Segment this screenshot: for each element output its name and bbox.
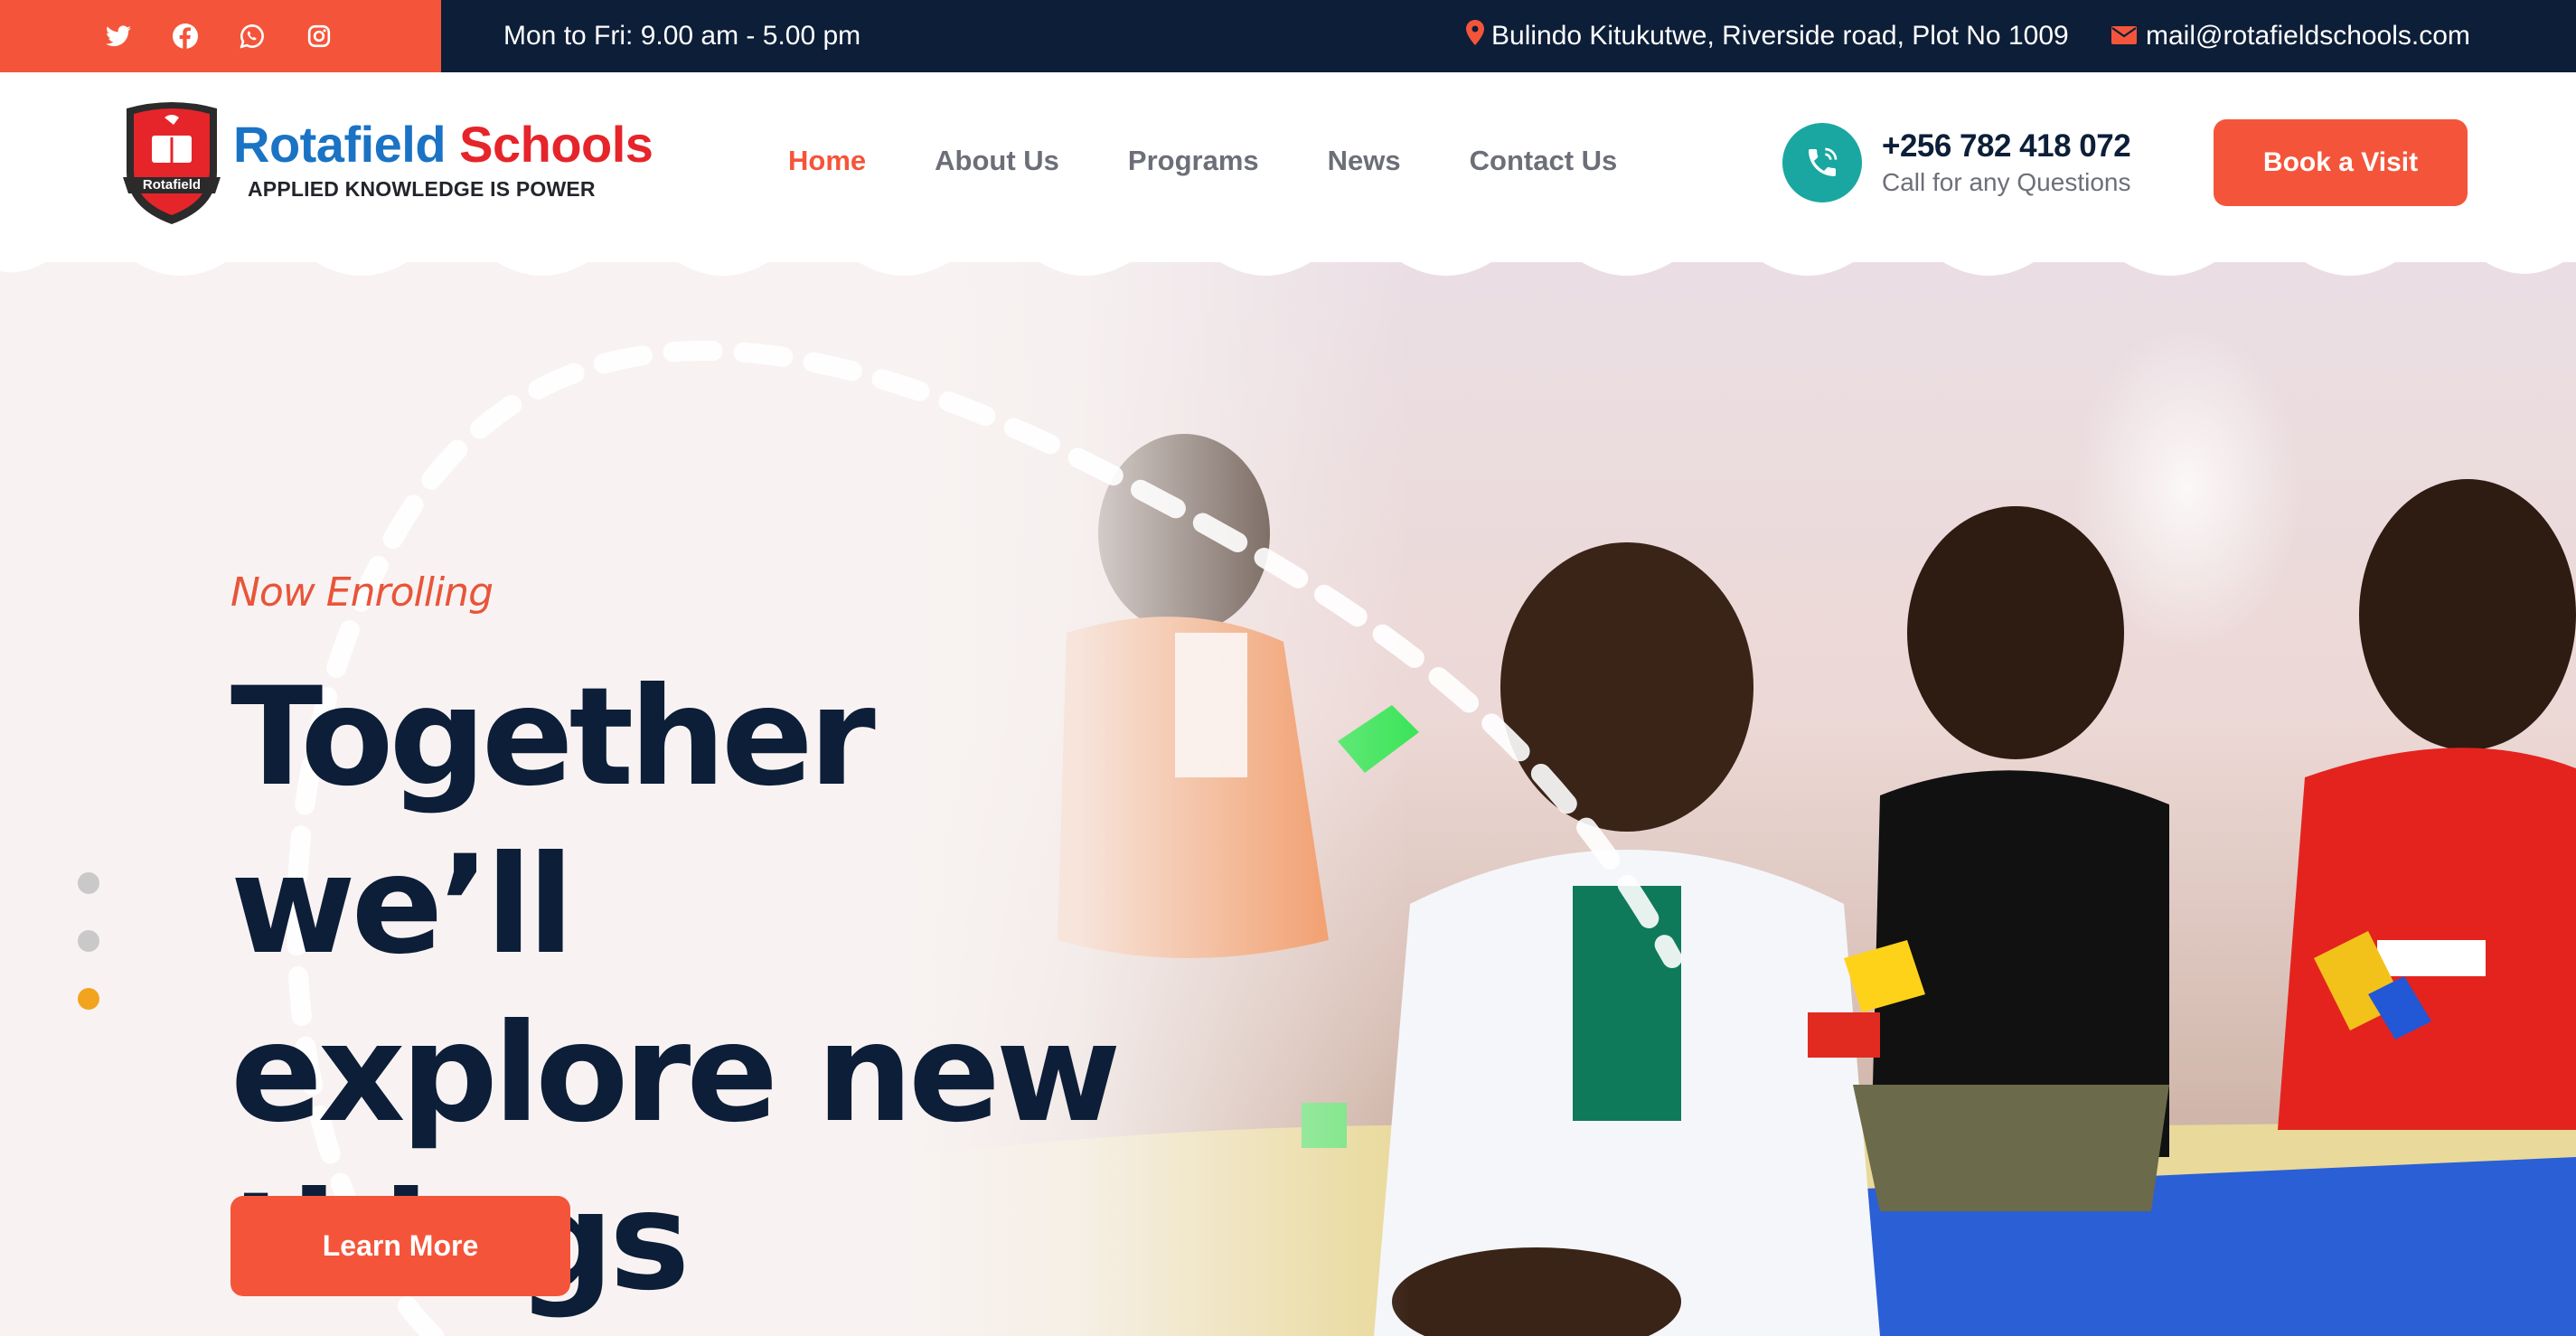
main-nav: Home About Us Programs News Contact Us (788, 145, 1686, 177)
nav-news[interactable]: News (1328, 145, 1401, 177)
headline-line-1: Together we’ll (230, 659, 876, 984)
envelope-icon (2111, 21, 2137, 52)
nav-contact-us[interactable]: Contact Us (1470, 145, 1618, 177)
slider-dot-1[interactable] (78, 872, 99, 894)
hero-section: Now Enrolling Together we’ll explore new… (0, 217, 2576, 1336)
map-pin-icon (1466, 20, 1484, 52)
main-header: Rotafield Rotafield Schools APPLIED KNOW… (0, 72, 2576, 262)
brand-tagline: APPLIED KNOWLEDGE IS POWER (248, 177, 596, 201)
brand-text: Rotafield Schools APPLIED KNOWLEDGE IS P… (233, 119, 653, 202)
svg-text:Rotafield: Rotafield (143, 177, 201, 193)
phone-contact: +256 782 418 072 Call for any Questions (1782, 123, 2131, 202)
slider-dot-2[interactable] (78, 930, 99, 952)
slider-dots (78, 872, 99, 1046)
phone-caption: Call for any Questions (1882, 168, 2131, 196)
school-crest-logo: Rotafield (123, 102, 221, 224)
instagram-icon[interactable] (303, 20, 335, 52)
nav-home[interactable]: Home (788, 145, 866, 177)
social-links (0, 0, 441, 72)
phone-icon[interactable] (1782, 123, 1862, 202)
top-bar: Mon to Fri: 9.00 am - 5.00 pm Bulindo Ki… (0, 0, 2576, 72)
twitter-icon[interactable] (102, 20, 135, 52)
brand-name: Rotafield Schools (233, 119, 653, 170)
office-hours: Mon to Fri: 9.00 am - 5.00 pm (503, 21, 861, 51)
phone-number[interactable]: +256 782 418 072 (1882, 128, 2131, 165)
headline-line-2: explore new (230, 995, 1121, 1153)
learn-more-button[interactable]: Learn More (230, 1196, 570, 1296)
brand-name-part1: Rotafield (233, 116, 447, 173)
email-text: mail@rotafieldschools.com (2146, 21, 2470, 51)
slider-dot-3[interactable] (78, 988, 99, 1010)
address: Bulindo Kitukutwe, Riverside road, Plot … (1466, 0, 2069, 72)
site-logo[interactable]: Rotafield Rotafield Schools APPLIED KNOW… (118, 99, 653, 226)
brand-name-part2: Schools (459, 116, 653, 173)
address-text: Bulindo Kitukutwe, Riverside road, Plot … (1491, 21, 2069, 51)
nav-programs[interactable]: Programs (1128, 145, 1259, 177)
facebook-icon[interactable] (169, 20, 202, 52)
whatsapp-icon[interactable] (236, 20, 268, 52)
book-a-visit-button[interactable]: Book a Visit (2214, 119, 2468, 206)
nav-about-us[interactable]: About Us (935, 145, 1059, 177)
email-link[interactable]: mail@rotafieldschools.com (2111, 0, 2470, 72)
hero-eyebrow: Now Enrolling (230, 569, 494, 616)
